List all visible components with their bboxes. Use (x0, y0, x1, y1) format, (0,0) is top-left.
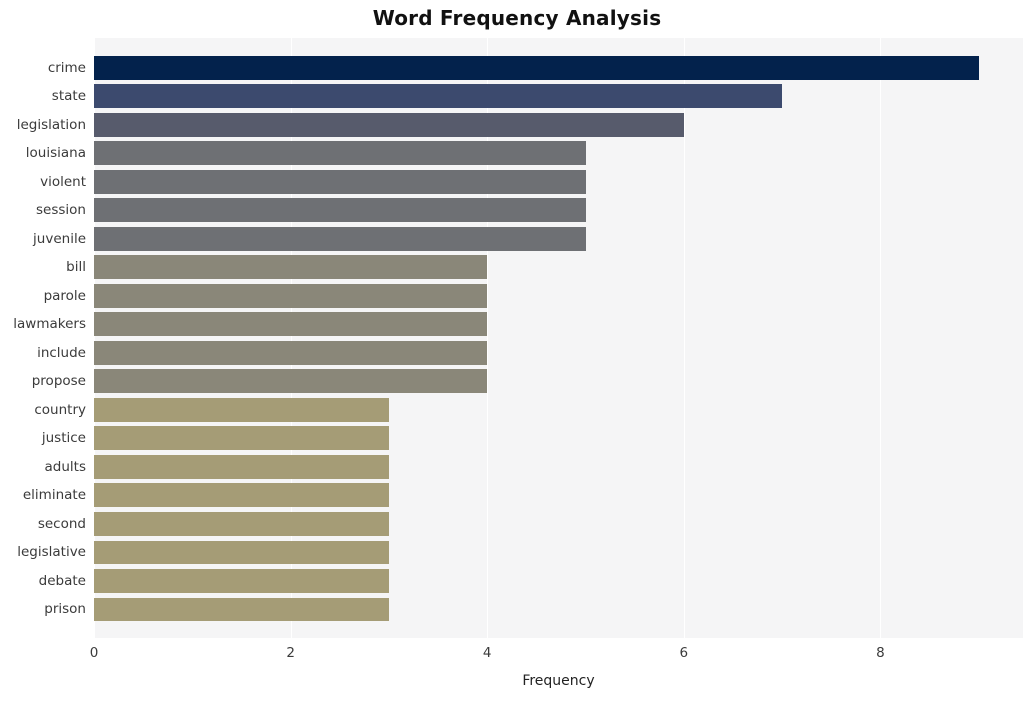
y-axis-label-propose: propose (31, 373, 86, 390)
bar-row[interactable] (94, 424, 1023, 453)
bar[interactable] (94, 169, 586, 194)
y-axis-label-crime: crime (47, 59, 86, 76)
y-axis-label-parole: parole (43, 287, 86, 304)
x-axis-tick-labels: 0 2 4 6 8 (0, 645, 1034, 667)
bar-row[interactable] (94, 82, 1023, 111)
bar[interactable] (94, 312, 488, 337)
bar-row[interactable] (94, 54, 1023, 83)
bar-row[interactable] (94, 111, 1023, 140)
bar[interactable] (94, 540, 389, 565)
x-tick-label-6: 6 (679, 645, 689, 661)
bar[interactable] (94, 84, 783, 109)
bar[interactable] (94, 454, 389, 479)
bar-row[interactable] (94, 168, 1023, 197)
bar[interactable] (94, 369, 488, 394)
y-axis-label-legislation: legislation (16, 116, 86, 133)
y-axis-label-juvenile: juvenile (33, 230, 86, 247)
y-axis-label-adults: adults (44, 458, 86, 475)
bar-row[interactable] (94, 196, 1023, 225)
bar-row[interactable] (94, 367, 1023, 396)
y-axis-label-louisiana: louisiana (25, 145, 86, 162)
bar[interactable] (94, 397, 389, 422)
y-axis-label-prison: prison (44, 601, 86, 618)
bar[interactable] (94, 283, 488, 308)
bar-row[interactable] (94, 538, 1023, 567)
y-axis-label-debate: debate (38, 572, 86, 589)
bar-row[interactable] (94, 282, 1023, 311)
bar-row[interactable] (94, 481, 1023, 510)
bar-row[interactable] (94, 253, 1023, 282)
bar[interactable] (94, 340, 488, 365)
x-tick-label-8: 8 (876, 645, 885, 661)
bar-row[interactable] (94, 339, 1023, 368)
y-axis-label-legislative: legislative (17, 544, 86, 561)
y-axis-label-second: second (37, 515, 86, 532)
bar-row[interactable] (94, 225, 1023, 254)
y-axis-label-session: session (36, 202, 86, 219)
bar-row[interactable] (94, 310, 1023, 339)
x-tick-label-2: 2 (286, 645, 295, 661)
chart-title: Word Frequency Analysis (372, 6, 662, 30)
bar-row[interactable] (94, 567, 1023, 596)
bar[interactable] (94, 511, 389, 536)
y-axis-label-bill: bill (66, 259, 86, 276)
bar[interactable] (94, 112, 684, 137)
bar-row[interactable] (94, 396, 1023, 425)
bar-row[interactable] (94, 139, 1023, 168)
y-axis-label-violent: violent (40, 173, 86, 190)
bar[interactable] (94, 198, 586, 223)
bar[interactable] (94, 483, 389, 508)
bar[interactable] (94, 569, 389, 593)
y-axis-label-justice: justice (41, 430, 86, 447)
y-axis-label-lawmakers: lawmakers (13, 316, 86, 333)
x-tick-label-0: 0 (89, 645, 99, 661)
bar-row[interactable] (94, 595, 1023, 624)
bar[interactable] (94, 255, 488, 280)
y-axis-label-country: country (34, 401, 86, 418)
y-axis-label-state: state (51, 88, 86, 105)
bars-layer (94, 38, 1023, 638)
word-frequency-chart-figure: Word Frequency Analysis crime state legisl… (0, 0, 1034, 701)
bar-row[interactable] (94, 510, 1023, 539)
bar-row[interactable] (94, 453, 1023, 482)
x-tick-label-4: 4 (482, 645, 492, 661)
bar[interactable] (94, 597, 389, 622)
y-axis-label-include: include (37, 344, 86, 361)
y-axis-category-labels: crime state legislation louisiana violent ses… (0, 38, 86, 638)
x-axis-label: Frequency (522, 673, 595, 689)
y-axis-label-eliminate: eliminate (22, 487, 86, 504)
bar[interactable] (94, 226, 586, 251)
bar[interactable] (94, 141, 586, 166)
bar[interactable] (94, 55, 979, 80)
bar[interactable] (94, 426, 389, 451)
